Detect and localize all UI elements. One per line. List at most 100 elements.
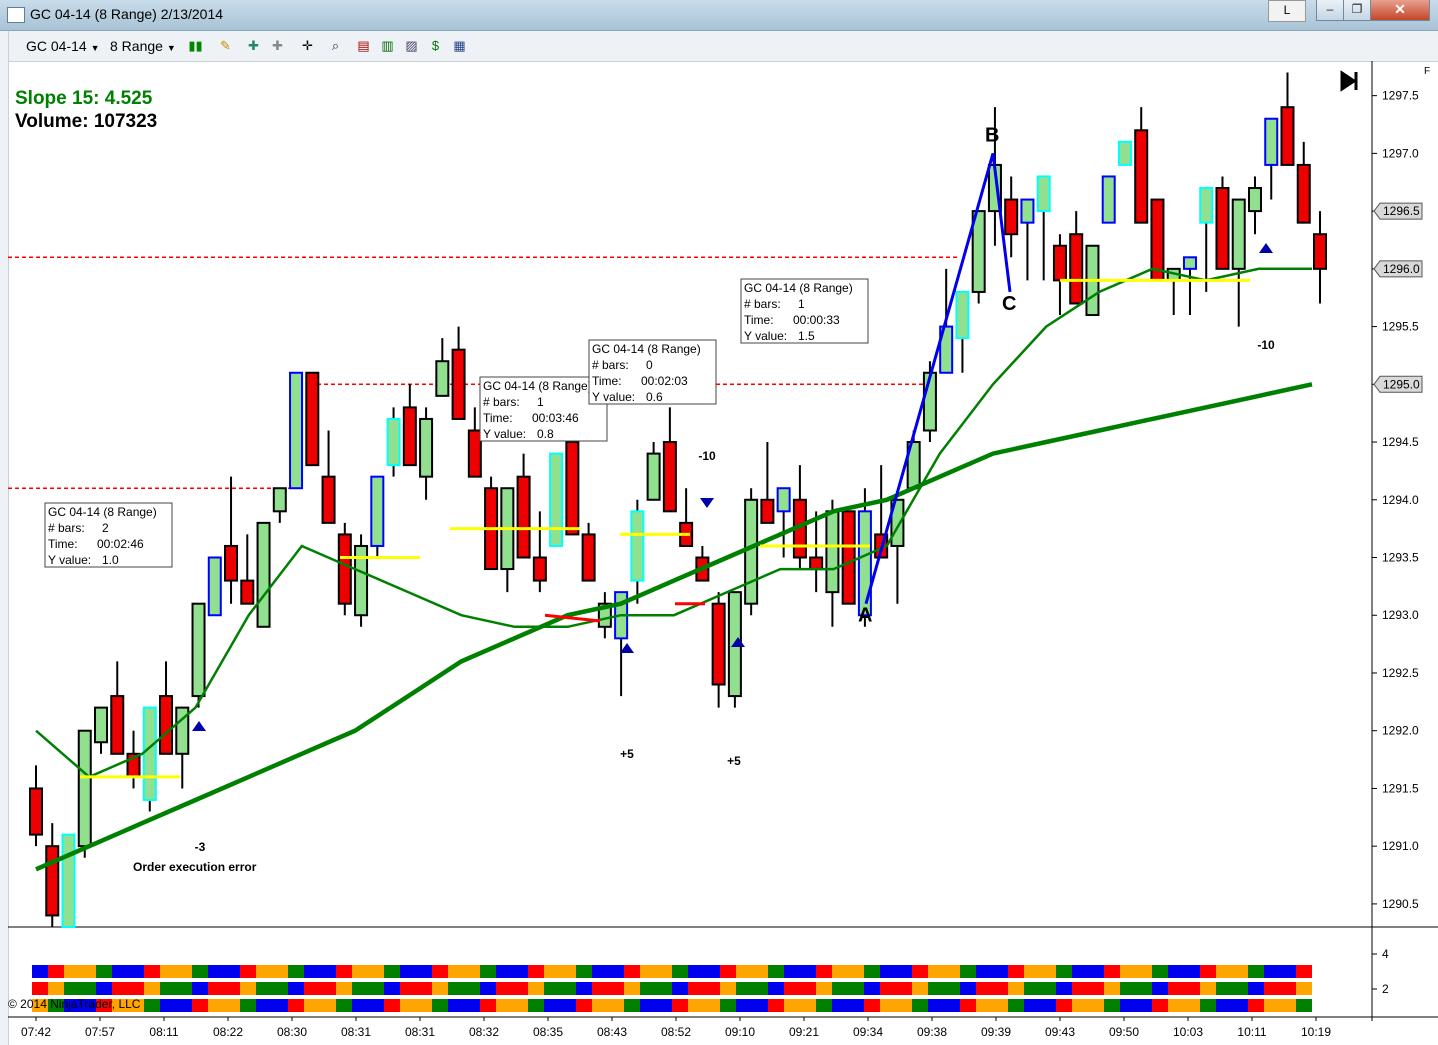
- signal-cell: [1296, 965, 1312, 978]
- signal-cell: [160, 965, 176, 978]
- interval-selector[interactable]: 8 Range ▼: [110, 38, 176, 54]
- x-tick-label: 09:43: [1045, 1025, 1075, 1039]
- signal-cell: [176, 982, 192, 995]
- signal-cell: [448, 982, 464, 995]
- signal-cell: [896, 982, 912, 995]
- x-tick-label: 08:22: [213, 1025, 243, 1039]
- signal-cell: [320, 999, 336, 1012]
- candle-body: [272, 487, 287, 513]
- window-title: GC 04-14 (8 Range) 2/13/2014: [30, 6, 224, 22]
- signal-cell: [864, 999, 880, 1012]
- x-tick-label: 10:11: [1237, 1025, 1266, 1039]
- signal-cell: [416, 982, 432, 995]
- signal-cell: [784, 965, 800, 978]
- x-tick-label: 08:11: [149, 1025, 178, 1039]
- signal-cell: [560, 982, 576, 995]
- zigzag-lines: A B C -3 Order execution error +5 +5 -10 -10: [133, 124, 1275, 874]
- signal-cell: [960, 999, 976, 1012]
- f-label[interactable]: F: [1424, 66, 1430, 77]
- signal-cell: [992, 999, 1008, 1012]
- signal-cell: [944, 982, 960, 995]
- signal-cell: [1200, 999, 1216, 1012]
- y-tick-label: 1293.0: [1382, 608, 1419, 622]
- candle-body: [1182, 256, 1197, 270]
- signal-cell: [1184, 999, 1200, 1012]
- zigzag-label: A: [858, 605, 872, 627]
- signal-cell: [608, 999, 624, 1012]
- zoom-icon[interactable]: ⌕: [328, 38, 343, 53]
- signal-cell: [592, 965, 608, 978]
- indicators-icon[interactable]: ▥: [380, 38, 395, 53]
- signal-cell: [496, 999, 512, 1012]
- signal-cell: [1264, 999, 1280, 1012]
- signal-cell: [976, 965, 992, 978]
- data-box-icon[interactable]: ▤: [356, 38, 371, 53]
- signal-cell: [464, 982, 480, 995]
- price-chart[interactable]: 1297.5 1297.0 1296.5 1296.0 1295.5 1295.0 1294…: [0, 61, 1438, 1045]
- signal-cell: [928, 999, 944, 1012]
- maximize-button[interactable]: ❐: [1343, 0, 1371, 21]
- signal-cell: [192, 982, 208, 995]
- signal-cell: [704, 965, 720, 978]
- signal-cell: [448, 965, 464, 978]
- signal-cell: [480, 965, 496, 978]
- signal-cell: [480, 999, 496, 1012]
- stat-box-value: 0: [646, 358, 653, 372]
- candle-body: [142, 706, 157, 801]
- signal-cell: [160, 999, 176, 1012]
- signal-cell: [288, 965, 304, 978]
- minimize-button[interactable]: –: [1316, 0, 1344, 21]
- signal-cell: [544, 999, 560, 1012]
- interval-label: 8 Range: [110, 38, 163, 54]
- pencil-icon[interactable]: ✎: [218, 38, 233, 53]
- signal-cell: [1264, 982, 1280, 995]
- stat-box-label: GC 04-14 (8 Range): [744, 281, 853, 295]
- chevron-down-icon: ▼: [166, 43, 176, 53]
- crosshair-icon[interactable]: ✛: [300, 38, 315, 53]
- signal-cell: [1104, 982, 1120, 995]
- properties-icon[interactable]: ▦: [452, 38, 467, 53]
- signal-cell: [208, 999, 224, 1012]
- signal-cell: [1216, 965, 1232, 978]
- signal-cell: [1152, 999, 1168, 1012]
- signal-cell: [544, 982, 560, 995]
- signal-cell: [896, 999, 912, 1012]
- candle-body: [110, 695, 125, 755]
- signal-cell: [352, 982, 368, 995]
- scroll-to-end-icon[interactable]: [1340, 70, 1358, 92]
- signal-cell: [560, 965, 576, 978]
- candle-body: [646, 452, 661, 501]
- price-badge-label: 1296.5: [1383, 204, 1420, 218]
- signal-cell: [1168, 965, 1184, 978]
- bar-style-icon[interactable]: ▮▮: [188, 38, 203, 53]
- candle-body: [337, 533, 352, 605]
- stat-box-value: 0.8: [537, 427, 554, 441]
- entry-arrow-icon: [1259, 243, 1273, 253]
- candle-body: [224, 544, 239, 582]
- close-button[interactable]: ✕: [1370, 0, 1430, 21]
- instrument-selector[interactable]: GC 04-14 ▼: [26, 38, 100, 54]
- signal-cell: [144, 999, 160, 1012]
- signal-cell: [1232, 982, 1248, 995]
- signal-cell: [32, 982, 48, 995]
- stat-box-label: # bars:: [744, 297, 781, 311]
- signal-cell: [480, 982, 496, 995]
- draw-disabled-icon[interactable]: ✚: [270, 38, 285, 53]
- signal-cell: [656, 965, 672, 978]
- chart-trader-icon[interactable]: $: [428, 38, 443, 53]
- stat-box-value: 00:03:46: [532, 411, 579, 425]
- draw-tools-icon[interactable]: ✚: [246, 38, 261, 53]
- signal-cell: [720, 999, 736, 1012]
- signal-cell: [224, 982, 240, 995]
- candle-body: [581, 533, 596, 582]
- chart-app-icon: [7, 7, 25, 23]
- chart-toolbar: GC 04-14 ▼ 8 Range ▼ ▮▮ ✎ ✚ ✚ ✛ ⌕ ▤ ▥ ▨ …: [0, 31, 1438, 62]
- signal-cell: [656, 982, 672, 995]
- signal-cell: [688, 982, 704, 995]
- price-badge-label: 1295.0: [1383, 377, 1420, 391]
- strategy-icon[interactable]: ▨: [404, 38, 419, 53]
- signal-cell: [1136, 999, 1152, 1012]
- trade-annotation: +5: [727, 754, 741, 768]
- signal-cell: [848, 982, 864, 995]
- link-button[interactable]: L: [1268, 0, 1306, 22]
